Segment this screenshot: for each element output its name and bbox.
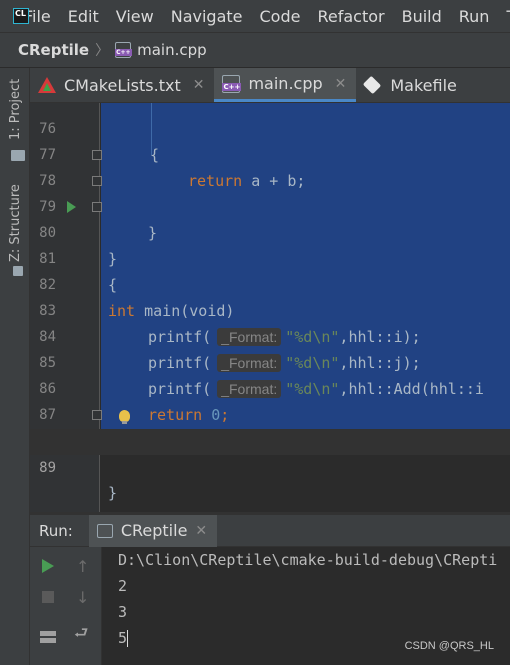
tab-label: CMakeLists.txt bbox=[64, 75, 181, 95]
fold-marker-icon[interactable] bbox=[92, 202, 102, 212]
menu-edit[interactable]: Edit bbox=[68, 7, 99, 26]
code-line: 81 { bbox=[30, 220, 510, 294]
close-icon[interactable]: ✕ bbox=[193, 77, 205, 93]
run-config-icon bbox=[96, 523, 113, 538]
close-icon[interactable]: ✕ bbox=[335, 76, 347, 92]
menu-run[interactable]: Run bbox=[459, 7, 490, 26]
run-panel-label: Run: bbox=[39, 521, 73, 540]
structure-icon bbox=[13, 266, 23, 276]
run-toolbar: ↑ ↓ ⮐ bbox=[30, 547, 102, 665]
fold-marker-icon[interactable] bbox=[92, 176, 102, 186]
console-line: 3 bbox=[118, 603, 128, 621]
navigation-bar: CReptile 〉 main.cpp bbox=[0, 32, 510, 68]
code-line: 84 printf(_Format: "%d\n",hhl::j); bbox=[30, 298, 510, 372]
breadcrumb-separator: 〉 bbox=[95, 43, 110, 59]
close-icon[interactable]: ✕ bbox=[195, 523, 207, 539]
code-line: 82 bbox=[30, 246, 510, 293]
layout-icon[interactable] bbox=[40, 631, 56, 643]
run-tab-label: CReptile bbox=[120, 521, 188, 540]
watermark: CSDN @QRS_HL bbox=[404, 640, 494, 652]
console-line: 2 bbox=[118, 577, 128, 595]
editor-tab-bar: CMakeLists.txt ✕ main.cpp ✕ Makefile bbox=[30, 68, 510, 103]
menu-tools[interactable]: To bbox=[506, 7, 510, 26]
code-line: 87 bbox=[30, 376, 510, 423]
code-line: 78 } bbox=[30, 142, 510, 242]
run-tab-creptile[interactable]: CReptile ✕ bbox=[88, 514, 218, 547]
menu-navigate[interactable]: Navigate bbox=[171, 7, 243, 26]
run-panel-header: Run: CReptile ✕ bbox=[30, 514, 510, 547]
code-line: 85 printf(_Format: "%d\n",hhl::Add(hhl::i bbox=[30, 324, 510, 398]
code-line: 88 } bbox=[30, 402, 510, 502]
tab-label: main.cpp bbox=[248, 74, 323, 93]
console-text: 5 bbox=[118, 629, 128, 647]
tab-label: Makefile bbox=[390, 75, 457, 95]
code-line: 83 printf(_Format: "%d\n",hhl::i); bbox=[30, 272, 510, 346]
structure-tool-tab[interactable]: Z: Structure bbox=[3, 178, 27, 278]
console-line: 5 bbox=[118, 625, 129, 651]
menu-refactor[interactable]: Refactor bbox=[317, 7, 384, 26]
cpp-file-icon bbox=[222, 74, 242, 93]
fold-marker-icon[interactable] bbox=[92, 410, 102, 420]
makefile-icon bbox=[364, 76, 382, 94]
breadcrumb-project[interactable]: CReptile bbox=[18, 41, 89, 59]
tab-cmakelists[interactable]: CMakeLists.txt ✕ bbox=[30, 68, 214, 102]
project-tool-tab[interactable]: 1: Project bbox=[3, 72, 27, 161]
structure-tab-label: Z: Structure bbox=[8, 184, 23, 262]
app-icon-text: CL bbox=[13, 8, 29, 24]
cmake-icon bbox=[38, 76, 56, 94]
code-editor[interactable]: 76 { 77 return a + b; 78 } 79 } 80 int m… bbox=[30, 103, 510, 512]
menu-code[interactable]: Code bbox=[260, 7, 301, 26]
menu-bar: CL File Edit View Navigate Code Refactor… bbox=[0, 0, 510, 32]
console-line: D:\Clion\CReptile\cmake-build-debug\CRep… bbox=[118, 551, 498, 569]
left-tool-strip: 1: Project Z: Structure bbox=[0, 68, 30, 512]
tab-makefile[interactable]: Makefile bbox=[356, 68, 467, 102]
run-left-strip bbox=[0, 512, 30, 665]
text-caret bbox=[127, 630, 129, 647]
code-line: 76 { bbox=[30, 103, 510, 164]
cpp-file-icon bbox=[115, 42, 132, 58]
soft-wrap-icon[interactable]: ⮐ bbox=[74, 625, 88, 641]
code-line: 86 return 0; bbox=[30, 350, 510, 424]
arrow-up-icon[interactable]: ↑ bbox=[76, 559, 89, 575]
code-line: 79 } bbox=[30, 168, 510, 268]
code-line-current: 89 bbox=[30, 429, 510, 476]
code-text: } bbox=[108, 484, 118, 502]
project-tab-label: 1: Project bbox=[8, 78, 23, 140]
menu-build[interactable]: Build bbox=[402, 7, 442, 26]
rerun-icon[interactable] bbox=[42, 559, 54, 573]
folder-icon bbox=[11, 150, 25, 161]
code-line: 77 return a + b; bbox=[30, 116, 510, 190]
stop-icon[interactable] bbox=[42, 591, 54, 603]
code-line: 80 int main(void) bbox=[30, 194, 510, 320]
breadcrumb-file[interactable]: main.cpp bbox=[137, 41, 207, 59]
line-number: 89 bbox=[39, 460, 56, 476]
fold-marker-icon[interactable] bbox=[92, 150, 102, 160]
menu-view[interactable]: View bbox=[116, 7, 154, 26]
lightbulb-icon[interactable] bbox=[119, 410, 130, 424]
tab-main-cpp[interactable]: main.cpp ✕ bbox=[214, 68, 357, 102]
run-gutter-icon[interactable] bbox=[67, 201, 76, 213]
arrow-down-icon[interactable]: ↓ bbox=[76, 590, 89, 606]
